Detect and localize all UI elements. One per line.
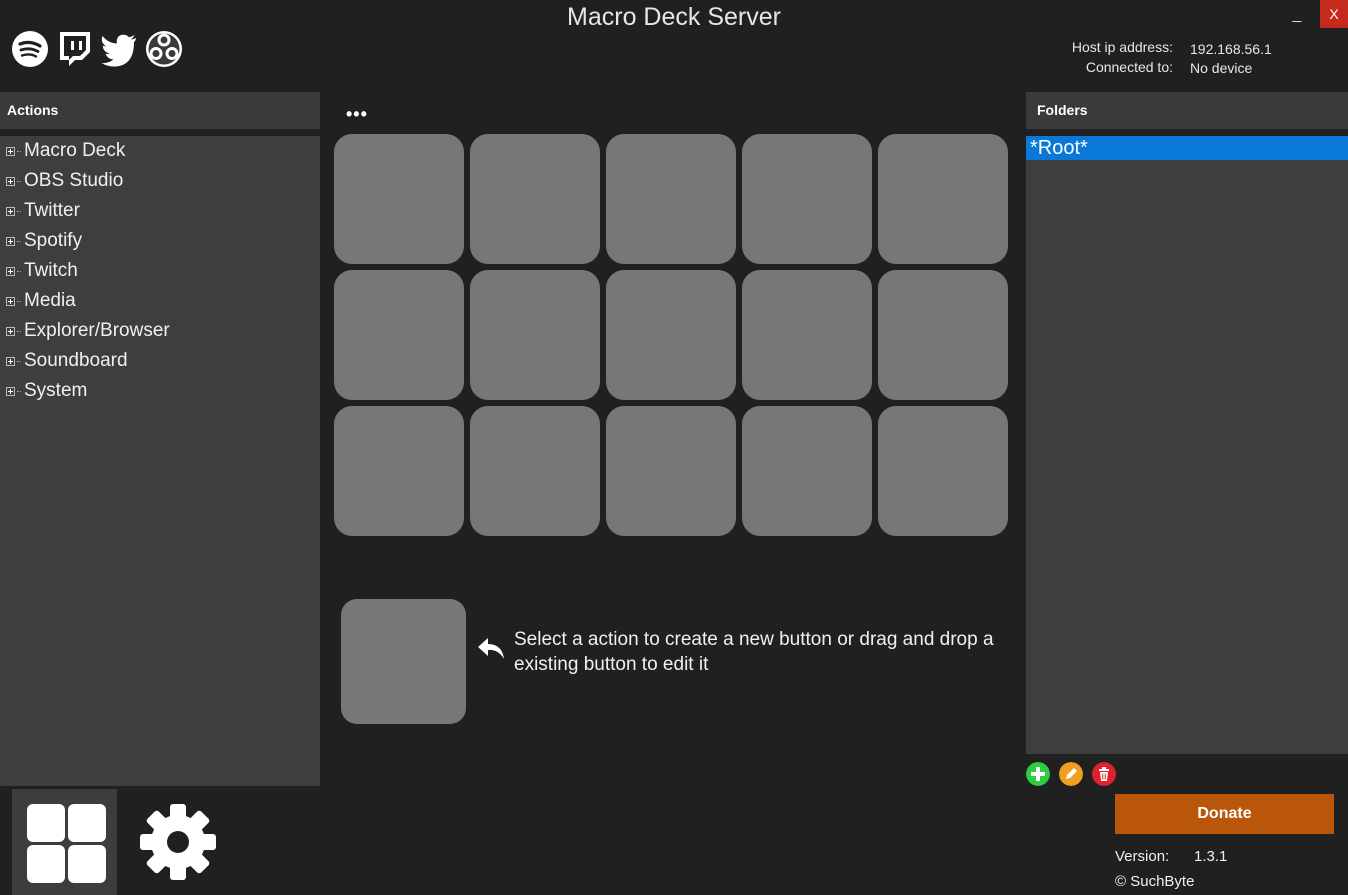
tree-item-label: Media bbox=[24, 290, 76, 311]
folders-list: *Root* bbox=[1026, 136, 1348, 754]
deck-button[interactable] bbox=[334, 134, 464, 264]
tree-item-label: Twitter bbox=[24, 200, 80, 221]
grid-tile-icon bbox=[27, 804, 65, 842]
obs-icon[interactable] bbox=[145, 30, 183, 68]
tree-item-soundboard[interactable]: Soundboard bbox=[0, 346, 320, 376]
tree-item-media[interactable]: Media bbox=[0, 286, 320, 316]
deck-button[interactable] bbox=[878, 406, 1008, 536]
delete-folder-icon[interactable] bbox=[1092, 762, 1116, 786]
tree-item-system[interactable]: System bbox=[0, 376, 320, 406]
expand-icon[interactable] bbox=[6, 266, 15, 276]
expand-icon[interactable] bbox=[6, 206, 15, 216]
deck-button[interactable] bbox=[606, 134, 736, 264]
tree-item-spotify[interactable]: Spotify bbox=[0, 226, 320, 256]
actions-heading: Actions bbox=[0, 92, 320, 129]
curved-arrow-left-icon bbox=[478, 638, 504, 659]
actions-tree: Macro Deck OBS Studio Twitter Spotify Tw… bbox=[0, 136, 320, 786]
tree-item-label: Explorer/Browser bbox=[24, 320, 170, 341]
tree-item-label: Twitch bbox=[24, 260, 78, 281]
deck-view-button[interactable] bbox=[12, 789, 117, 895]
grid-tile-icon bbox=[27, 845, 65, 883]
tree-item-twitch[interactable]: Twitch bbox=[0, 256, 320, 286]
grid-tile-icon bbox=[68, 845, 106, 883]
folders-heading: Folders bbox=[1026, 92, 1348, 129]
tree-item-explorer-browser[interactable]: Explorer/Browser bbox=[0, 316, 320, 346]
expand-icon[interactable] bbox=[6, 386, 15, 396]
version-value: 1.3.1 bbox=[1194, 848, 1228, 865]
window-title: Macro Deck Server bbox=[567, 3, 781, 31]
expand-icon[interactable] bbox=[6, 356, 15, 366]
deck-button[interactable] bbox=[606, 270, 736, 400]
deck-button[interactable] bbox=[470, 134, 600, 264]
tree-item-twitter[interactable]: Twitter bbox=[0, 196, 320, 226]
connected-value: No device bbox=[1190, 60, 1253, 76]
close-button[interactable]: X bbox=[1320, 0, 1348, 28]
folder-item-root[interactable]: *Root* bbox=[1026, 136, 1348, 160]
settings-gear-icon[interactable] bbox=[138, 802, 218, 882]
deck-button[interactable] bbox=[470, 406, 600, 536]
twitter-icon[interactable] bbox=[100, 30, 138, 68]
more-options-button[interactable]: ••• bbox=[346, 104, 368, 125]
tree-item-macro-deck[interactable]: Macro Deck bbox=[0, 136, 320, 166]
tree-item-label: Macro Deck bbox=[24, 140, 126, 161]
grid-tile-icon bbox=[68, 804, 106, 842]
edit-folder-icon[interactable] bbox=[1059, 762, 1083, 786]
deck-button[interactable] bbox=[334, 406, 464, 536]
version-label: Version: bbox=[1115, 848, 1170, 865]
host-ip-value: 192.168.56.1 bbox=[1190, 41, 1272, 57]
deck-button[interactable] bbox=[742, 406, 872, 536]
deck-button[interactable] bbox=[878, 134, 1008, 264]
copyright-text: © SuchByte bbox=[1115, 873, 1195, 890]
tree-item-label: OBS Studio bbox=[24, 170, 124, 191]
deck-button[interactable] bbox=[606, 406, 736, 536]
hint-text: Select a action to create a new button o… bbox=[514, 629, 994, 675]
connected-label: Connected to: bbox=[1085, 59, 1173, 75]
expand-icon[interactable] bbox=[6, 176, 15, 186]
tree-item-label: System bbox=[24, 380, 88, 401]
expand-icon[interactable] bbox=[6, 296, 15, 306]
expand-icon[interactable] bbox=[6, 326, 15, 336]
tree-item-label: Spotify bbox=[24, 230, 83, 251]
expand-icon[interactable] bbox=[6, 146, 15, 156]
deck-button[interactable] bbox=[334, 270, 464, 400]
expand-icon[interactable] bbox=[6, 236, 15, 246]
deck-button[interactable] bbox=[878, 270, 1008, 400]
deck-button[interactable] bbox=[742, 270, 872, 400]
twitch-icon[interactable] bbox=[56, 30, 94, 68]
host-ip-label: Host ip address: bbox=[1071, 39, 1173, 55]
add-folder-icon[interactable] bbox=[1026, 762, 1050, 786]
deck-button[interactable] bbox=[742, 134, 872, 264]
deck-button[interactable] bbox=[470, 270, 600, 400]
spotify-icon[interactable] bbox=[11, 30, 49, 68]
donate-button[interactable]: Donate bbox=[1115, 794, 1334, 834]
minimize-button[interactable]: _ bbox=[1282, 0, 1312, 28]
button-preview[interactable] bbox=[341, 599, 466, 724]
tree-item-obs-studio[interactable]: OBS Studio bbox=[0, 166, 320, 196]
tree-item-label: Soundboard bbox=[24, 350, 128, 371]
